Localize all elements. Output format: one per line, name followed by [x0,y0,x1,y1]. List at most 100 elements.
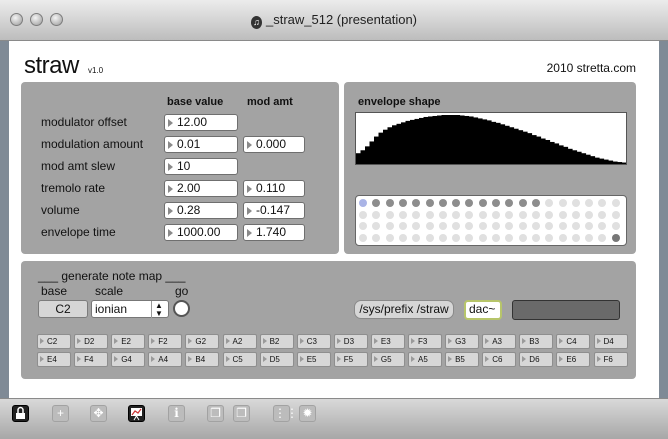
note-button[interactable]: G2 [185,334,220,349]
preset-slot[interactable] [412,210,421,219]
note-button[interactable]: E5 [296,352,331,367]
envelope-shape-display[interactable] [355,112,627,165]
preset-slot[interactable] [545,233,554,242]
note-button[interactable]: C2 [37,334,71,349]
move-icon[interactable]: ✥ [90,405,107,422]
preset-slot[interactable] [558,199,567,207]
dac-object[interactable]: dac~ [464,300,502,320]
note-button[interactable]: E3 [370,334,405,349]
preset-slot[interactable] [398,199,407,207]
preset-slot[interactable] [531,222,540,231]
preset-slot[interactable] [412,233,421,242]
note-button[interactable]: D6 [519,352,554,367]
preset-slot[interactable] [412,199,421,207]
param-mod-amount[interactable]: 0.000 [243,136,305,153]
preset-slot[interactable] [571,233,580,242]
param-mod-amount[interactable]: 1.740 [243,224,305,241]
preset-slot[interactable] [478,199,487,207]
base-note-selector[interactable]: C2 [38,300,88,318]
note-button[interactable]: C4 [556,334,591,349]
preset-slot[interactable] [478,222,487,231]
preset-slot[interactable] [478,210,487,219]
preset-slot[interactable] [385,233,394,242]
note-button[interactable]: A3 [482,334,517,349]
param-base-value[interactable]: 0.28 [164,202,238,219]
note-button[interactable]: C3 [296,334,331,349]
bring-forward-icon[interactable]: ❐ [207,405,224,422]
preset-slot[interactable] [398,222,407,231]
preset-slot[interactable] [611,233,620,242]
go-button[interactable] [173,300,190,317]
preset-slot[interactable] [505,233,514,242]
preset-slot[interactable] [372,199,381,207]
preset-slot[interactable] [385,222,394,231]
note-button[interactable]: G4 [111,352,146,367]
param-base-value[interactable]: 10 [164,158,238,175]
preset-slot[interactable] [518,222,527,231]
preset-slot[interactable] [571,199,580,207]
param-base-value[interactable]: 1000.00 [164,224,238,241]
param-mod-amount[interactable]: 0.110 [243,180,305,197]
presentation-icon[interactable] [128,405,145,422]
preset-slot[interactable] [359,199,367,207]
note-button[interactable]: D3 [333,334,368,349]
preset-slot[interactable] [398,210,407,219]
preset-slot[interactable] [452,222,461,231]
preset-slot[interactable] [531,199,540,207]
note-button[interactable]: A5 [408,352,442,367]
note-button[interactable]: E4 [37,352,71,367]
preset-slot[interactable] [465,222,474,231]
note-button[interactable]: C6 [482,352,517,367]
preset-slot[interactable] [611,210,620,219]
preset-slot[interactable] [505,210,514,219]
scale-menu[interactable]: ionian ▲ ▼ [91,300,169,318]
preset-slot[interactable] [372,210,381,219]
info-icon[interactable]: i [168,405,185,422]
preset-slot[interactable] [465,233,474,242]
preset-slot[interactable] [438,222,447,231]
note-button[interactable]: F4 [74,352,109,367]
preset-slot[interactable] [425,222,434,231]
snap-icon[interactable]: ✹ [299,405,316,422]
preset-slot[interactable] [518,199,527,207]
preset-slot[interactable] [372,233,381,242]
preset-slot[interactable] [558,210,567,219]
preset-slot[interactable] [359,233,367,242]
note-button[interactable]: E6 [556,352,591,367]
preset-slot[interactable] [598,222,607,231]
param-base-value[interactable]: 12.00 [164,114,238,131]
preset-slot[interactable] [398,233,407,242]
note-button[interactable]: A2 [222,334,257,349]
preset-slot[interactable] [385,210,394,219]
preset-slot[interactable] [465,210,474,219]
note-button[interactable]: F5 [333,352,368,367]
param-base-value[interactable]: 2.00 [164,180,238,197]
preset-slot[interactable] [492,222,500,231]
preset-slot[interactable] [598,210,607,219]
preset-slot[interactable] [598,233,607,242]
preset-slot[interactable] [438,210,447,219]
preset-slot[interactable] [465,199,474,207]
preset-slot[interactable] [478,233,487,242]
param-base-value[interactable]: 0.01 [164,136,238,153]
preset-slot[interactable] [518,233,527,242]
note-button[interactable]: E2 [111,334,146,349]
preset-slot[interactable] [359,222,367,231]
note-button[interactable]: D2 [74,334,109,349]
preset-slot[interactable] [531,210,540,219]
preset-slot[interactable] [585,222,594,231]
prefix-message[interactable]: /sys/prefix /straw [354,300,454,319]
note-button[interactable]: B5 [445,352,480,367]
presets-grid[interactable] [355,195,627,246]
preset-slot[interactable] [518,210,527,219]
preset-slot[interactable] [558,233,567,242]
preset-slot[interactable] [545,210,554,219]
preset-slot[interactable] [571,222,580,231]
preset-slot[interactable] [585,210,594,219]
preset-slot[interactable] [571,210,580,219]
preset-slot[interactable] [425,199,434,207]
preset-slot[interactable] [545,199,554,207]
note-button[interactable]: B4 [185,352,220,367]
preset-slot[interactable] [452,199,461,207]
add-object-icon[interactable]: + [52,405,69,422]
